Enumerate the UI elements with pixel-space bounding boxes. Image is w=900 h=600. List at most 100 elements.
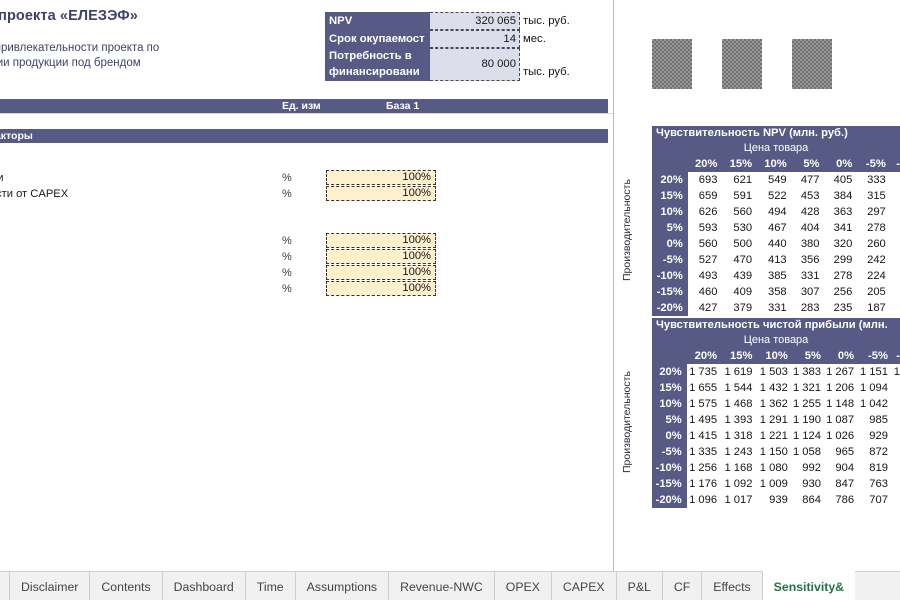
cell: 1 256	[686, 460, 723, 476]
cell: 560	[687, 236, 723, 252]
table-row: 15% 1 655 1 544 1 432 1 321 1 206 1 094	[652, 380, 900, 396]
row-header: 20%	[652, 364, 687, 380]
cell: 470	[722, 252, 758, 268]
column-header: -5%	[859, 348, 893, 364]
assumption-input[interactable]: 100%	[326, 265, 436, 280]
cell: 1 503	[757, 364, 793, 380]
cell: 380	[791, 236, 825, 252]
cell: 707	[859, 492, 893, 508]
row-header: -15%	[652, 476, 687, 492]
sheet-tab-contents[interactable]: Contents	[90, 572, 163, 600]
cell: 428	[791, 204, 825, 220]
column-header: 20%	[686, 348, 723, 364]
cell: 659	[687, 188, 723, 204]
kpi-value[interactable]: 80 000	[430, 48, 520, 81]
sheet-tab-opex[interactable]: OPEX	[494, 572, 552, 600]
worksheet-canvas[interactable]: сoвая модель проекта «ЕЛЕЗЭФ» инвестицио…	[0, 0, 900, 571]
cell: 560	[722, 204, 758, 220]
row-header: 5%	[652, 412, 687, 428]
cell: 363	[824, 204, 858, 220]
cell: 1 087	[825, 412, 860, 428]
cell: 1 096	[686, 492, 723, 508]
cell: 530	[722, 220, 758, 236]
row-header: 15%	[652, 188, 688, 204]
cell-clipped	[892, 476, 900, 492]
cell: 439	[722, 268, 758, 284]
sheet-tab-cf[interactable]: CF	[662, 572, 703, 600]
kpi-value[interactable]: 14	[430, 30, 520, 48]
image-placeholder	[722, 39, 762, 89]
cell: 278	[824, 268, 858, 284]
cell: 1 150	[757, 444, 793, 460]
sheet-tab-effects[interactable]: Effects	[702, 572, 763, 600]
row-header: 0%	[652, 236, 688, 252]
sheet-tab-dashboard[interactable]: Dashboard	[162, 572, 246, 600]
cell: 864	[792, 492, 826, 508]
assumption-unit: %	[282, 251, 292, 263]
sheet-tab-bar[interactable]: Disclaimer Contents Dashboard Time Assum…	[0, 571, 900, 600]
cell: 1 190	[792, 412, 826, 428]
column-header: 0%	[824, 156, 858, 172]
cell: 187	[857, 300, 891, 316]
assumption-unit: %	[282, 188, 292, 200]
description-line: О»	[0, 70, 244, 85]
sheet-tab-revenue-nwc[interactable]: Revenue-NWC	[389, 572, 495, 600]
cell: 929	[859, 428, 893, 444]
section-band-label: Факторы	[0, 130, 33, 142]
cell: 872	[859, 444, 893, 460]
cell: 549	[757, 172, 792, 188]
cell-clipped	[892, 444, 900, 460]
column-header: 15%	[722, 348, 758, 364]
cell: 591	[722, 188, 758, 204]
assumption-row: % 100%	[0, 249, 608, 265]
row-header: 15%	[652, 380, 687, 396]
cell: 786	[825, 492, 860, 508]
assumption-input[interactable]: 100%	[326, 281, 436, 296]
sheet-tab-sensitivity[interactable]: Sensitivity&	[762, 571, 856, 600]
assumption-input[interactable]: 100%	[326, 170, 436, 185]
cell: 1 148	[825, 396, 860, 412]
cell: 847	[825, 476, 860, 492]
cell: 379	[722, 300, 758, 316]
sheet-tab-pl[interactable]: P&L	[616, 572, 663, 600]
sheet-tab-capex[interactable]: CAPEX	[551, 572, 617, 600]
cell: 404	[791, 220, 825, 236]
sheet-tab-time[interactable]: Time	[245, 572, 296, 600]
assumption-input[interactable]: 100%	[326, 233, 436, 248]
cell: 1 619	[722, 364, 758, 380]
sheet-tab-disclaimer[interactable]: Disclaimer	[9, 572, 91, 600]
cell: 593	[687, 220, 723, 236]
description-line: инвестиционной привлекательности проекта…	[0, 42, 160, 54]
table-header-row: 20% 15% 10% 5% 0% -5% -	[652, 156, 900, 172]
cell: 522	[757, 188, 792, 204]
assumption-input[interactable]: 100%	[326, 186, 436, 201]
project-description: инвестиционной привлекательности проекта…	[0, 41, 244, 85]
sensitivity-profit-grid: 20% 15% 10% 5% 0% -5% - 20% 1 735 1 619 …	[652, 348, 900, 508]
cell-clipped	[890, 204, 900, 220]
sensitivity-profit-x-axis-label: Цена товара	[652, 333, 900, 348]
assumption-input[interactable]: 100%	[326, 249, 436, 264]
cell: 1 124	[792, 428, 826, 444]
cell: 1 094	[859, 380, 893, 396]
cell: 315	[857, 188, 891, 204]
kpi-value[interactable]: 320 065	[430, 12, 520, 30]
cell: 1 255	[792, 396, 826, 412]
cell-clipped	[892, 460, 900, 476]
sensitivity-npv-y-axis-label: Производительность	[621, 179, 633, 282]
cell: 904	[825, 460, 860, 476]
pane-split-vertical	[613, 0, 614, 571]
sheet-tab-assumptions[interactable]: Assumptions	[295, 572, 390, 600]
cell: 527	[687, 252, 723, 268]
row-header: -20%	[652, 492, 687, 508]
assumptions-section-band: Факторы	[0, 129, 608, 143]
cell: 1 151	[859, 364, 893, 380]
table-row: 5% 593 530 467 404 341 278	[652, 220, 900, 236]
table-row: -5% 1 335 1 243 1 150 1 058 965 872	[652, 444, 900, 460]
cell: 205	[857, 284, 891, 300]
assumption-unit: %	[282, 283, 292, 295]
cell-clipped	[892, 412, 900, 428]
cell: 1 267	[825, 364, 860, 380]
cell-clipped	[890, 172, 900, 188]
table-header-row: 20% 15% 10% 5% 0% -5% -	[652, 348, 900, 364]
sensitivity-profit-y-axis-label: Производительность	[621, 371, 633, 474]
